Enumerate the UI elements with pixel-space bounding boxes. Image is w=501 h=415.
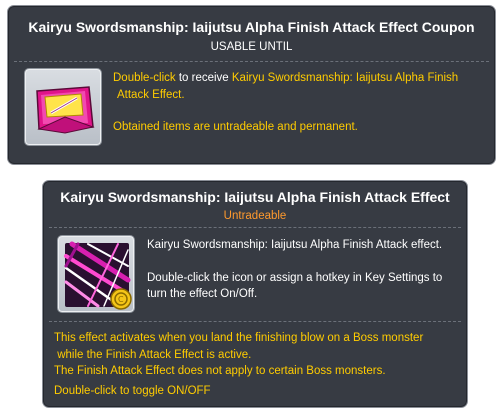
coupon-title: Kairyu Swordsmanship: Iaijutsu Alpha Fin…	[28, 19, 475, 35]
coupon-tooltip: Kairyu Swordsmanship: Iaijutsu Alpha Fin…	[7, 5, 496, 165]
effect-desc-line1: Kairyu Swordsmanship: Iaijutsu Alpha Fin…	[147, 239, 443, 251]
effect-footer-line3: The Finish Attack Effect does not apply …	[54, 365, 386, 377]
coin-icon-glyph: C	[118, 295, 124, 304]
coupon-desc-dblclick: Double-click	[113, 72, 176, 84]
coupon-divider	[14, 61, 489, 62]
effect-footer: This effect activates when you land the …	[54, 330, 423, 399]
effect-description: Kairyu Swordsmanship: Iaijutsu Alpha Fin…	[147, 237, 442, 303]
pink-coupon-ticket-icon	[36, 86, 95, 134]
effect-footer-line1: This effect activates when you land the …	[54, 332, 424, 344]
effect-item-icon-frame[interactable]: C	[57, 235, 135, 313]
coupon-desc-note: Obtained items are untradeable and perma…	[113, 121, 358, 133]
coupon-desc-item-name-2: Attack Effect.	[117, 88, 185, 101]
effect-tooltip: Kairyu Swordsmanship: Iaijutsu Alpha Fin…	[42, 180, 468, 408]
effect-footer-line2: while the Finish Attack Effect is active…	[54, 348, 252, 361]
effect-title: Kairyu Swordsmanship: Iaijutsu Alpha Fin…	[60, 189, 450, 205]
coupon-description: Double-click to receive Kairyu Swordsman…	[113, 70, 458, 136]
effect-divider-top	[49, 227, 461, 228]
pink-slash-effect-icon: C	[64, 241, 132, 310]
coupon-desc-to-receive: to receive	[175, 72, 232, 84]
coupon-desc-item-name-1: Kairyu Swordsmanship: Iaijutsu Alpha Fin…	[231, 72, 459, 84]
effect-desc-line3: turn the effect On/Off.	[147, 288, 258, 300]
coupon-usable-until: USABLE UNTIL	[210, 41, 293, 53]
effect-footer-line4: Double-click to toggle ON/OFF	[54, 384, 211, 397]
coupon-item-icon-frame[interactable]	[24, 68, 102, 146]
effect-untradeable: Untradeable	[223, 210, 287, 222]
effect-divider-bottom	[49, 321, 461, 322]
effect-desc-line2: Double-click the icon or assign a hotkey…	[147, 271, 443, 284]
